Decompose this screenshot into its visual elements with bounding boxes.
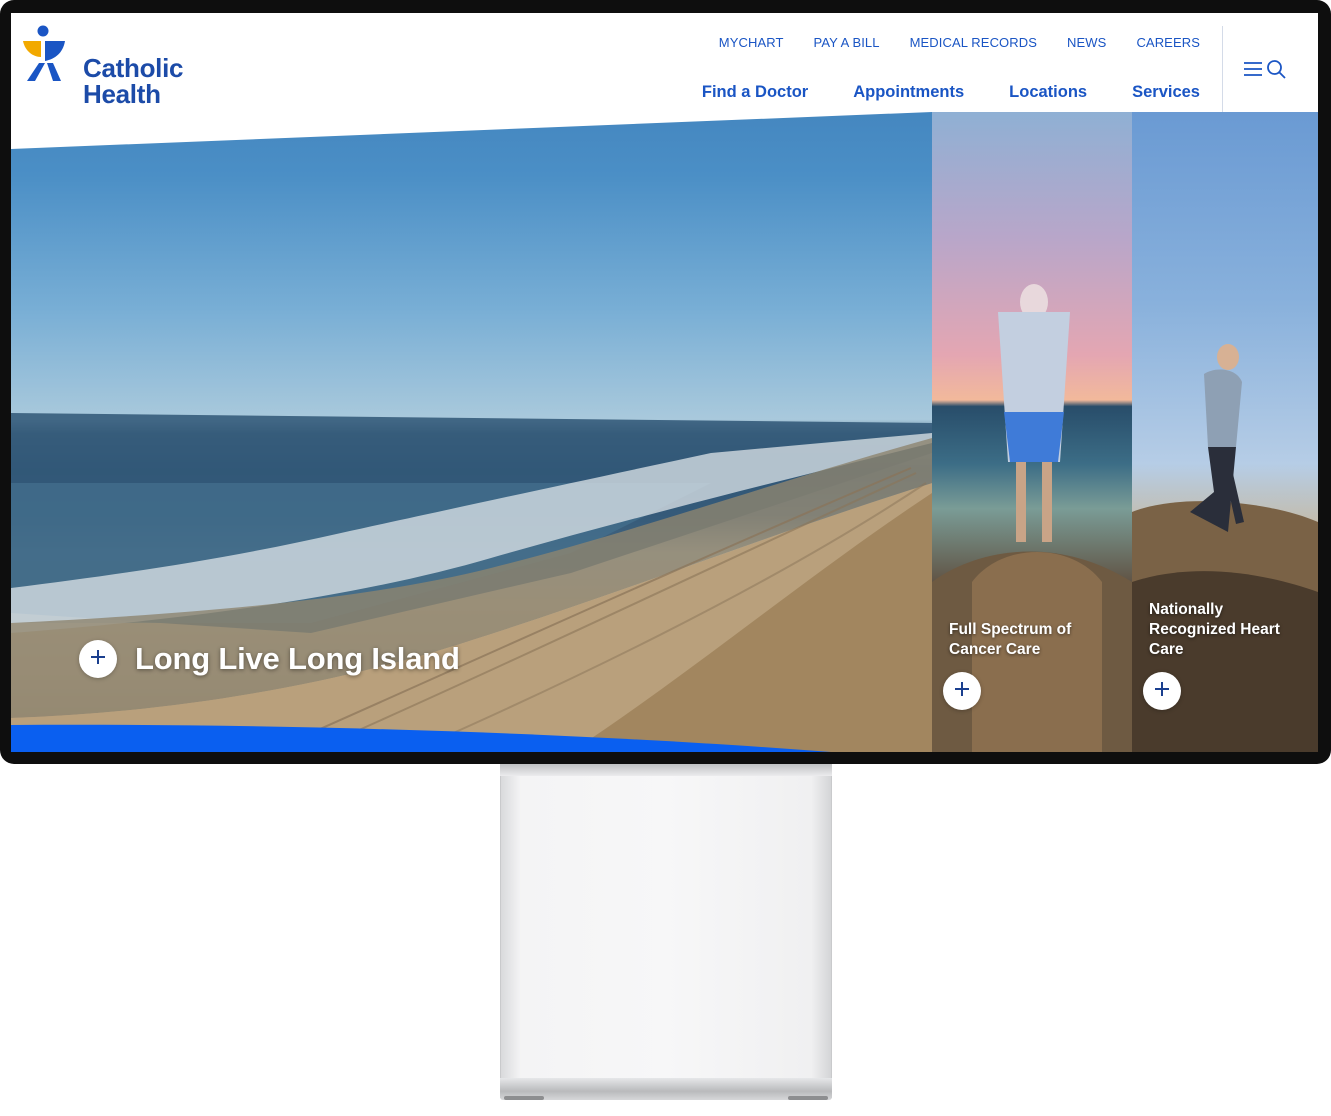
- util-link-pay-a-bill[interactable]: PAY A BILL: [814, 35, 880, 50]
- nav-appointments[interactable]: Appointments: [853, 83, 964, 102]
- util-link-careers[interactable]: CAREERS: [1136, 35, 1200, 50]
- hero-title: Long Live Long Island: [135, 641, 460, 676]
- monitor-stand-neck: [500, 764, 832, 776]
- panel-cancer-care[interactable]: Full Spectrum of Cancer Care: [932, 112, 1132, 752]
- hero-banner: Long Live Long Island: [11, 13, 932, 752]
- nav-services[interactable]: Services: [1132, 83, 1200, 102]
- hero-expand-button[interactable]: [79, 640, 117, 678]
- plus-icon: [1153, 680, 1171, 703]
- logo-text: Catholic Health: [83, 55, 183, 107]
- nav-find-a-doctor[interactable]: Find a Doctor: [702, 83, 808, 102]
- hamburger-icon: [1243, 61, 1263, 82]
- site-header: Catholic Health MYCHART PAY A BILL MEDIC…: [11, 13, 1318, 112]
- stand-toe-left: [504, 1096, 544, 1100]
- main-nav: Find a Doctor Appointments Locations Ser…: [702, 83, 1200, 102]
- monitor-stand-foot: [500, 1078, 832, 1100]
- logo-line-2: Health: [83, 79, 161, 109]
- utility-nav: MYCHART PAY A BILL MEDICAL RECORDS NEWS …: [719, 35, 1200, 50]
- plus-icon: [89, 648, 107, 671]
- search-icon: [1266, 59, 1286, 84]
- util-link-medical-records[interactable]: MEDICAL RECORDS: [910, 35, 1037, 50]
- panel-title-cancer: Full Spectrum of Cancer Care: [949, 621, 1072, 658]
- panel-heart-care[interactable]: Nationally Recognized Heart Care: [1132, 112, 1318, 752]
- util-link-news[interactable]: NEWS: [1067, 35, 1106, 50]
- panel-title-heart: Nationally Recognized Heart Care: [1149, 601, 1280, 658]
- logo-line-1: Catholic: [83, 53, 184, 83]
- plus-icon: [953, 680, 971, 703]
- stand-toe-right: [788, 1096, 828, 1100]
- monitor-bezel: Long Live Long Island Full Spectrum of C…: [0, 0, 1331, 764]
- logo-mark-icon: [23, 25, 65, 81]
- heart-care-expand-button[interactable]: [1143, 672, 1181, 710]
- header-divider: [1222, 26, 1223, 112]
- nav-locations[interactable]: Locations: [1009, 83, 1087, 102]
- browser-screen: Long Live Long Island Full Spectrum of C…: [11, 13, 1318, 752]
- menu-search-button[interactable]: [1243, 59, 1287, 83]
- cancer-care-expand-button[interactable]: [943, 672, 981, 710]
- monitor-stand: [500, 764, 832, 1098]
- util-link-mychart[interactable]: MYCHART: [719, 35, 784, 50]
- catholic-health-logo[interactable]: Catholic Health: [23, 25, 193, 115]
